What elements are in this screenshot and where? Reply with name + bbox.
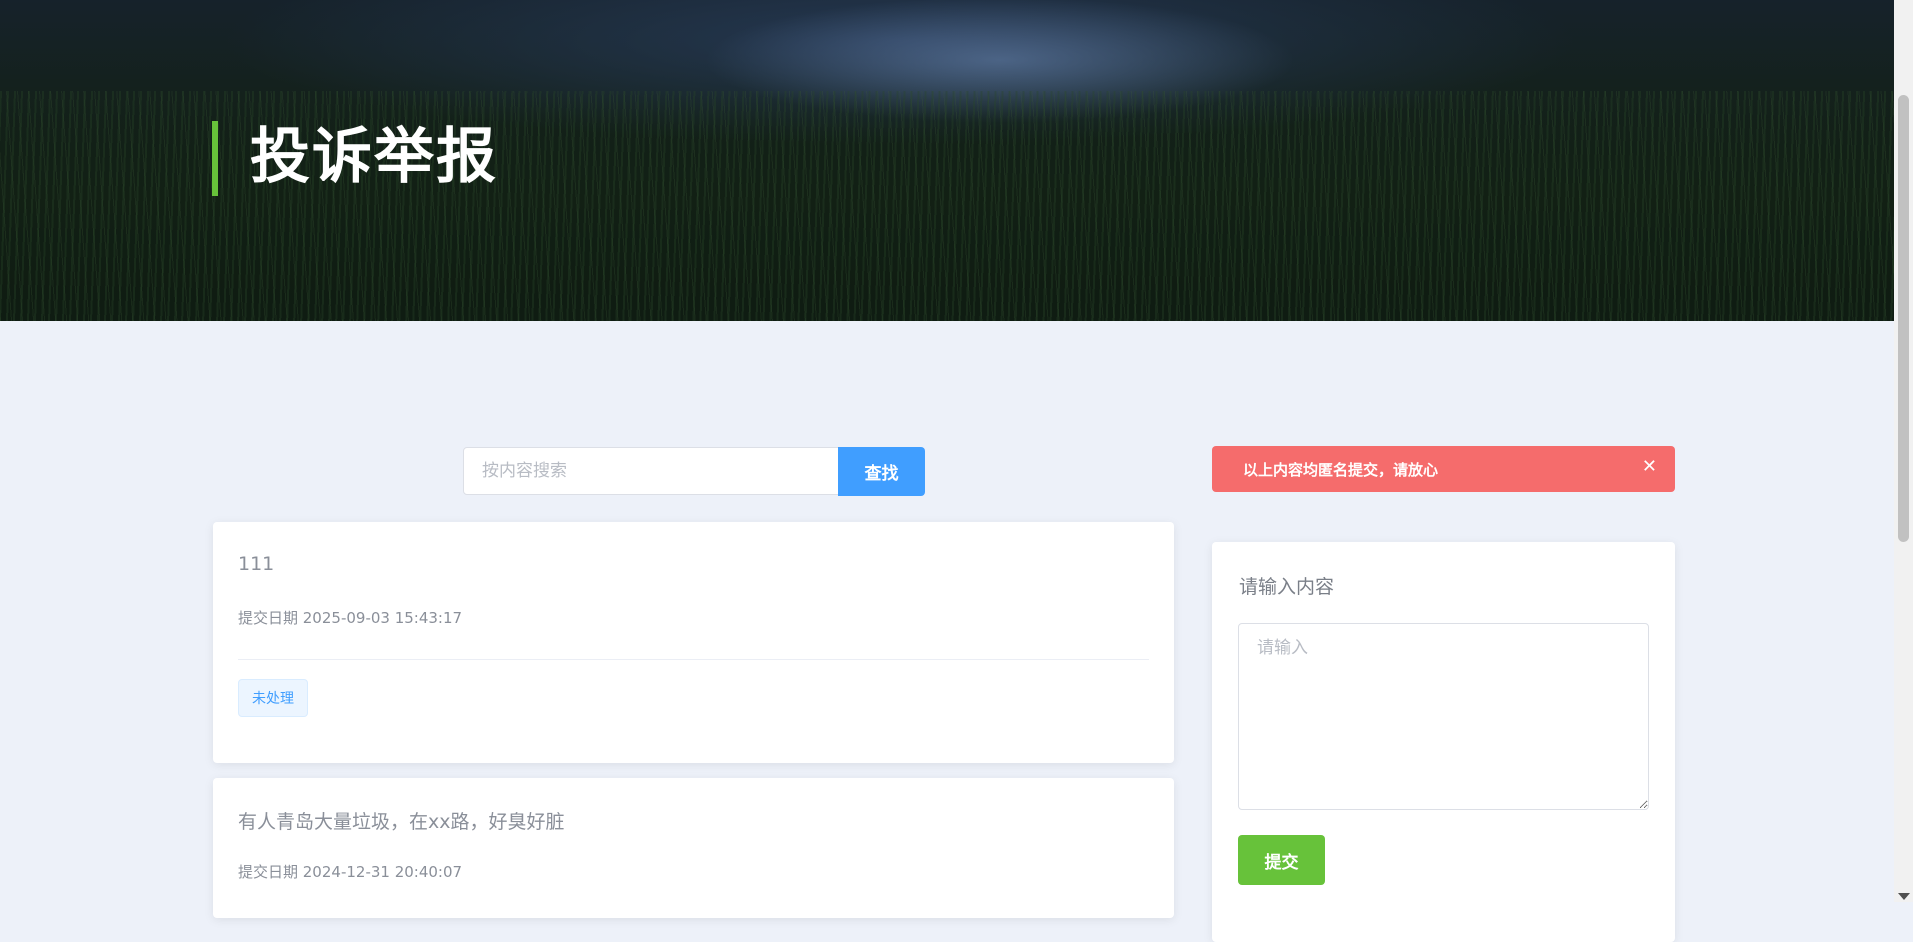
complaint-form: 请输入内容 提交 xyxy=(1212,542,1675,942)
complaint-date: 提交日期 2024-12-31 20:40:07 xyxy=(238,863,463,881)
search-button[interactable]: 查找 xyxy=(838,447,925,496)
status-badge: 未处理 xyxy=(238,679,308,717)
anonymous-alert: 以上内容均匿名提交，请放心 ✕ xyxy=(1212,446,1675,492)
content-textarea[interactable] xyxy=(1238,623,1649,810)
complaint-content: 111 xyxy=(238,553,275,575)
complaint-card: 有人青岛大量垃圾，在xx路，好臭好脏 提交日期 2024-12-31 20:40… xyxy=(213,778,1174,918)
hero-title-accent-bar xyxy=(212,121,218,196)
page-scrollbar[interactable] xyxy=(1894,0,1913,902)
alert-message: 以上内容均匿名提交，请放心 xyxy=(1243,461,1439,479)
search-input[interactable] xyxy=(463,447,839,495)
complaint-content: 有人青岛大量垃圾，在xx路，好臭好脏 xyxy=(238,811,565,833)
page-title: 投诉举报 xyxy=(250,122,498,192)
hero-banner: 投诉举报 xyxy=(0,0,1894,321)
submit-button[interactable]: 提交 xyxy=(1238,835,1325,885)
complaint-date: 提交日期 2025-09-03 15:43:17 xyxy=(238,609,463,627)
close-icon[interactable]: ✕ xyxy=(1642,456,1657,477)
card-divider xyxy=(238,659,1149,660)
form-label: 请输入内容 xyxy=(1239,576,1335,598)
complaint-card: 111 提交日期 2025-09-03 15:43:17 未处理 xyxy=(213,522,1174,763)
scroll-down-arrow-icon[interactable] xyxy=(1898,893,1910,900)
scrollbar-thumb[interactable] xyxy=(1898,95,1909,542)
